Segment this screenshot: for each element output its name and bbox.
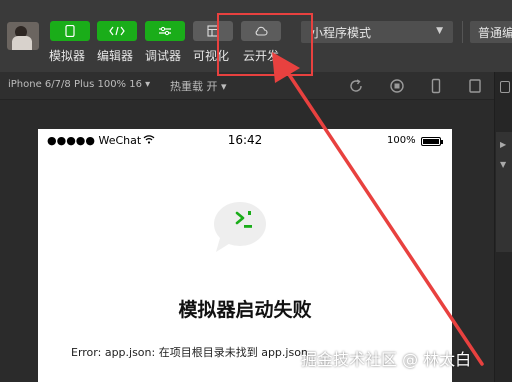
collapsed-panel[interactable] — [496, 132, 512, 252]
battery-percent: 100% — [387, 135, 416, 146]
editor-toggle-button[interactable] — [97, 21, 137, 41]
chevron-right-icon[interactable]: ▶ — [500, 140, 506, 149]
simulator-toggle-button[interactable] — [50, 21, 90, 41]
rotate-icon[interactable] — [348, 78, 364, 94]
phone-icon — [65, 25, 75, 37]
editor-label: 编辑器 — [97, 49, 134, 63]
simulator-label: 模拟器 — [49, 49, 86, 63]
debugger-toggle-button[interactable] — [145, 21, 185, 41]
mode-select[interactable]: 小程序模式 ▼ — [301, 21, 453, 43]
annotation-highlight-box — [217, 13, 313, 76]
panel-icon[interactable] — [500, 81, 510, 93]
stop-record-icon[interactable] — [389, 78, 405, 94]
tablet-icon[interactable] — [467, 78, 483, 94]
right-panel-strip: ▶ ▼ — [494, 72, 512, 382]
chevron-down-icon[interactable]: ▼ — [500, 160, 506, 169]
debugger-label: 调试器 — [145, 49, 182, 63]
simulator-header: iPhone 6/7/8 Plus 100% 16 ▾ 热重载 开 ▾ — [0, 72, 494, 100]
compile-mode-value: 普通编 — [478, 26, 512, 40]
phone-screen: ●●●●● WeChat 16:42 100% 模拟器启动失败 Error: a… — [38, 129, 452, 382]
toolbar-divider — [462, 21, 463, 43]
hot-reload-toggle[interactable]: 热重载 开 ▾ — [170, 78, 227, 94]
mode-select-value: 小程序模式 — [311, 26, 372, 40]
error-title: 模拟器启动失败 — [178, 299, 312, 321]
error-message: Error: app.json: 在项目根目录未找到 app.json — [71, 346, 308, 359]
watermark: 掘金技术社区 @ 林太白 — [301, 350, 472, 369]
devtools-window: 模拟器 编辑器 调试器 可视化 云开发 小程序模式 ▼ 普通编 iPhone 6… — [0, 0, 512, 382]
phone-outline-icon[interactable] — [428, 78, 444, 94]
compile-mode-select[interactable]: 普通编 — [470, 21, 512, 43]
wechat-error-bubble-icon — [214, 202, 266, 252]
phone-status-bar: ●●●●● WeChat 16:42 100% — [38, 129, 452, 151]
battery-icon — [421, 137, 443, 146]
code-icon — [109, 26, 125, 36]
device-select[interactable]: iPhone 6/7/8 Plus 100% 16 ▾ — [8, 79, 150, 90]
debug-sliders-icon — [159, 26, 171, 36]
chevron-down-icon: ▼ — [436, 26, 443, 36]
avatar[interactable] — [7, 22, 39, 50]
